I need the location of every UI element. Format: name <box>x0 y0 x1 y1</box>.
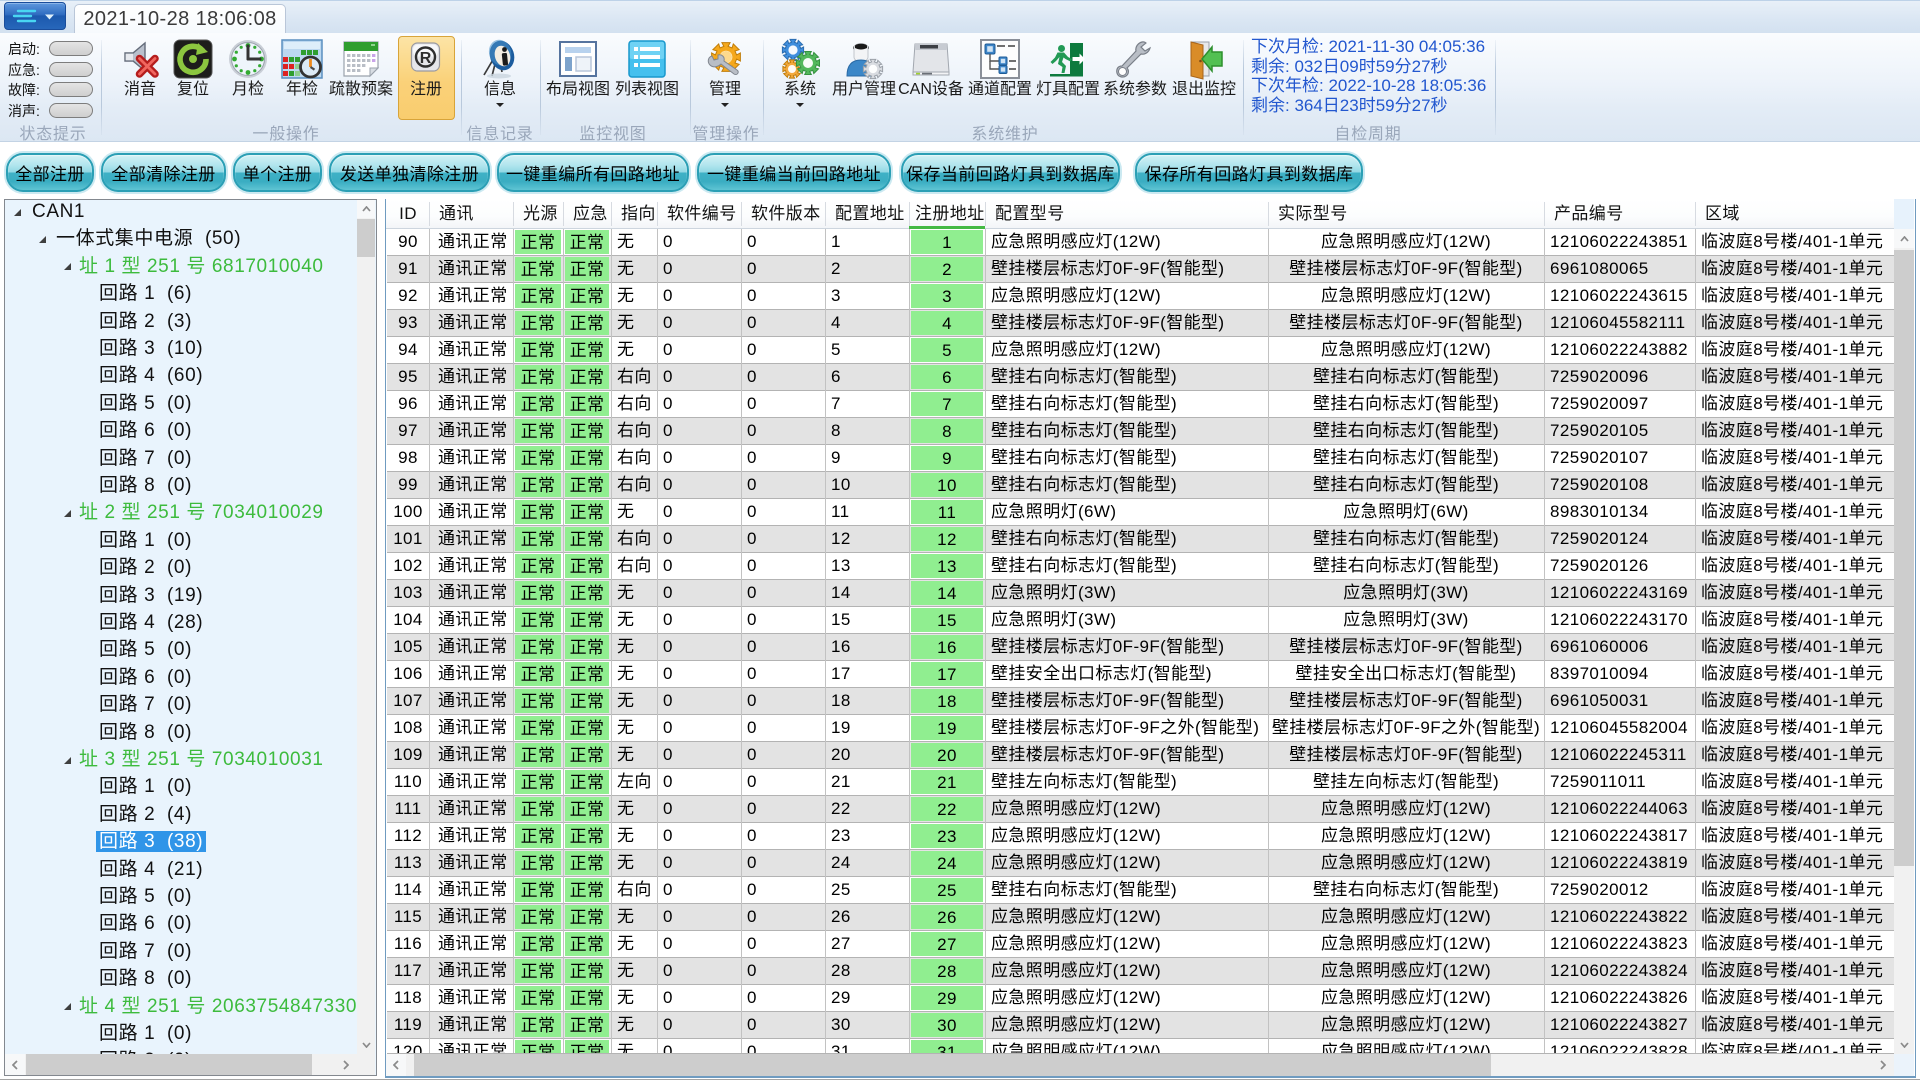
svg-text:R: R <box>420 50 432 67</box>
